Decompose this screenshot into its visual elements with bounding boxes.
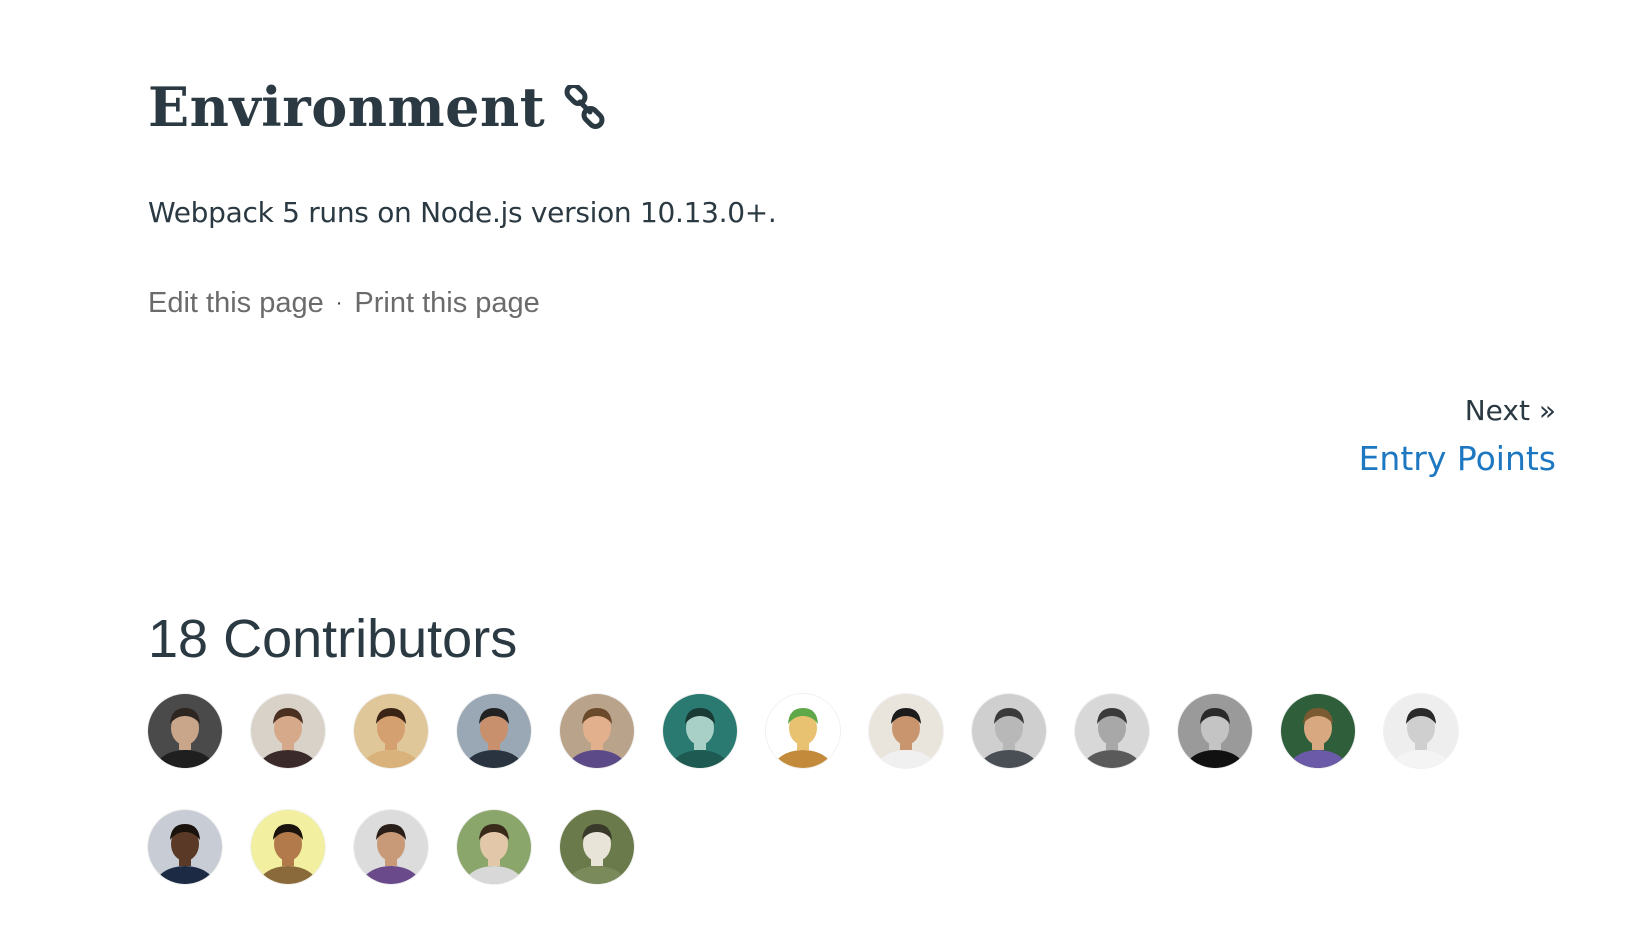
next-label: Next » bbox=[1464, 394, 1556, 427]
contributor-avatar[interactable] bbox=[148, 694, 222, 768]
section-heading: Environment bbox=[148, 80, 607, 134]
edit-page-link[interactable]: Edit this page bbox=[148, 287, 324, 320]
contributor-avatar[interactable] bbox=[1281, 694, 1355, 768]
contributor-avatar[interactable] bbox=[560, 694, 634, 768]
link-icon[interactable] bbox=[563, 85, 607, 129]
contributors-list bbox=[148, 694, 1548, 926]
contributor-avatar[interactable] bbox=[1075, 694, 1149, 768]
avatar-row bbox=[148, 810, 1548, 884]
contributor-avatar[interactable] bbox=[560, 810, 634, 884]
separator-dot: · bbox=[335, 292, 343, 314]
contributor-avatar[interactable] bbox=[251, 810, 325, 884]
contributor-avatar[interactable] bbox=[457, 694, 531, 768]
contributor-avatar[interactable] bbox=[354, 810, 428, 884]
contributor-avatar[interactable] bbox=[1178, 694, 1252, 768]
contributor-avatar[interactable] bbox=[869, 694, 943, 768]
print-page-link[interactable]: Print this page bbox=[354, 287, 539, 320]
contributor-avatar[interactable] bbox=[972, 694, 1046, 768]
page-title: Environment bbox=[148, 75, 546, 139]
contributor-avatar[interactable] bbox=[354, 694, 428, 768]
contributor-avatar[interactable] bbox=[148, 810, 222, 884]
contributor-avatar[interactable] bbox=[457, 810, 531, 884]
page-actions: Edit this page · Print this page bbox=[148, 287, 540, 320]
next-page-link[interactable]: Entry Points bbox=[1359, 439, 1556, 478]
contributors-heading: 18 Contributors bbox=[148, 609, 518, 669]
environment-description: Webpack 5 runs on Node.js version 10.13.… bbox=[148, 196, 777, 229]
avatar-row bbox=[148, 694, 1548, 768]
contributor-avatar[interactable] bbox=[1384, 694, 1458, 768]
contributor-avatar[interactable] bbox=[251, 694, 325, 768]
contributor-avatar[interactable] bbox=[766, 694, 840, 768]
pagination-next: Next » Entry Points bbox=[1359, 394, 1556, 478]
contributor-avatar[interactable] bbox=[663, 694, 737, 768]
